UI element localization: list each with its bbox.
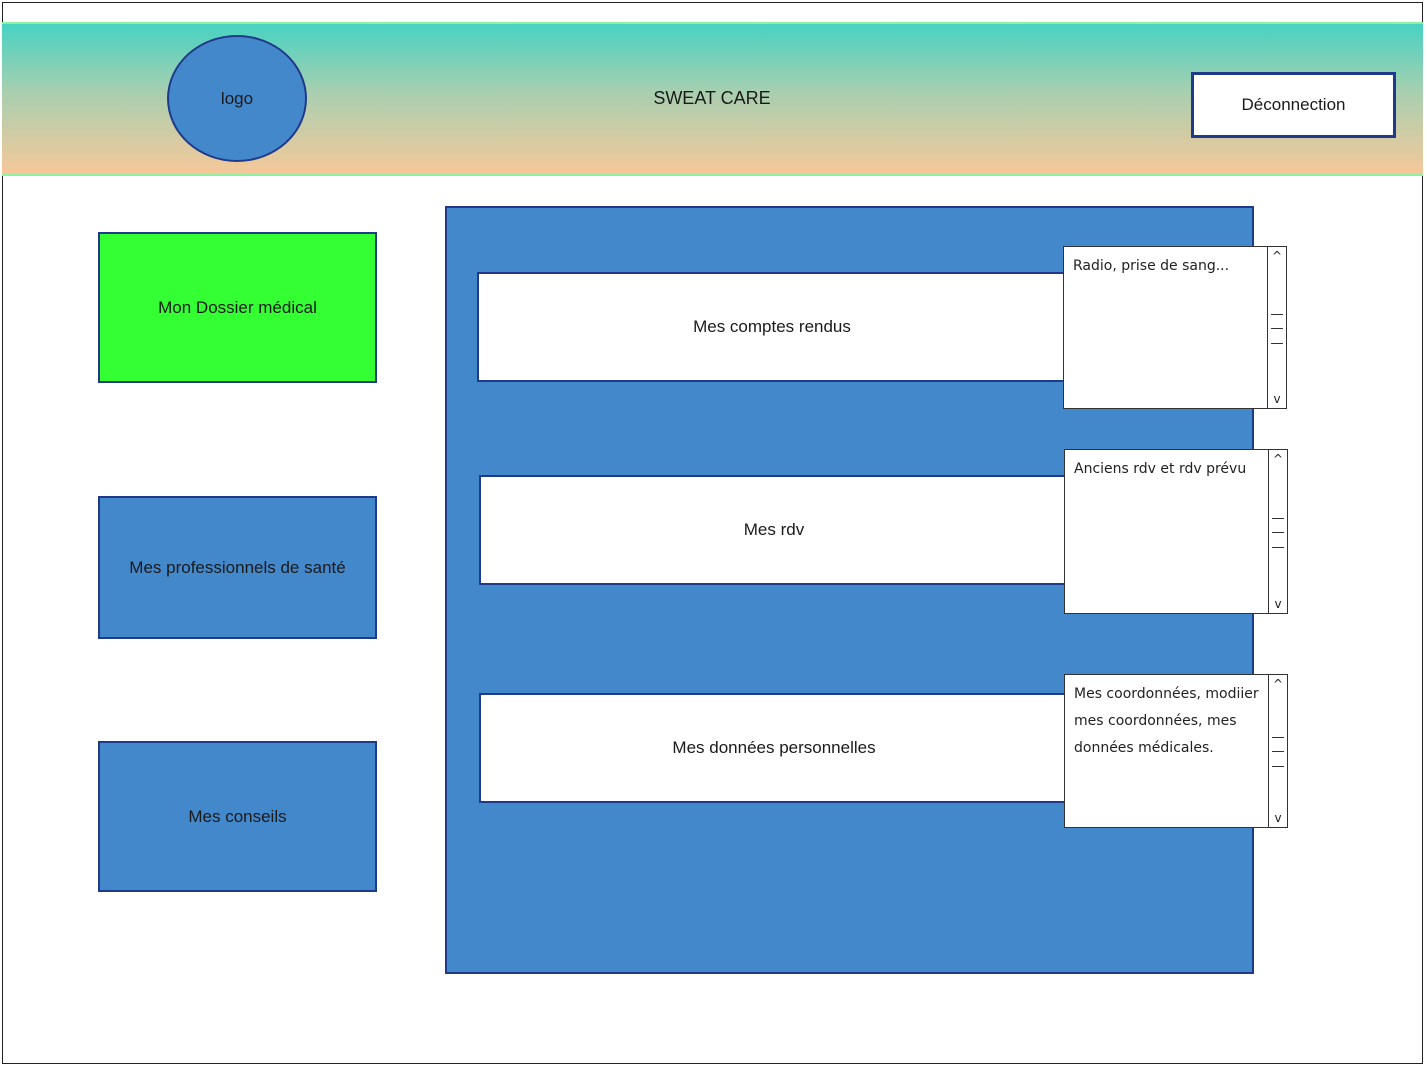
app-title: SWEAT CARE bbox=[653, 88, 771, 108]
scroll-thumb[interactable] bbox=[1272, 517, 1284, 548]
scrollbar[interactable]: ^ v bbox=[1268, 450, 1287, 613]
scroll-down-icon[interactable]: v bbox=[1269, 809, 1287, 827]
scroll-down-icon[interactable]: v bbox=[1268, 390, 1286, 408]
scroll-up-icon[interactable]: ^ bbox=[1268, 247, 1286, 265]
personal-data-note-box[interactable]: Mes coordonnées, modiier mes coordonnées… bbox=[1064, 674, 1288, 828]
scrollbar[interactable]: ^ v bbox=[1268, 675, 1287, 827]
logo-label: logo bbox=[220, 88, 254, 108]
scroll-thumb[interactable] bbox=[1272, 737, 1284, 767]
scroll-up-icon[interactable]: ^ bbox=[1269, 675, 1287, 693]
nav-health-professionals-label: Mes professionnels de santé bbox=[129, 557, 346, 577]
reports-button[interactable]: Mes comptes rendus bbox=[477, 272, 1067, 382]
personal-data-label: Mes données personnelles bbox=[672, 738, 876, 757]
reports-note-box[interactable]: Radio, prise de sang... ^ v bbox=[1063, 246, 1287, 409]
reports-label: Mes comptes rendus bbox=[693, 317, 851, 336]
nav-advice-button[interactable]: Mes conseils bbox=[98, 741, 377, 892]
logout-button[interactable]: Déconnection bbox=[1191, 72, 1396, 138]
reports-note-text: Radio, prise de sang... bbox=[1073, 258, 1230, 274]
scroll-down-icon[interactable]: v bbox=[1269, 595, 1287, 613]
logo[interactable]: logo bbox=[167, 35, 307, 162]
personal-data-button[interactable]: Mes données personnelles bbox=[479, 693, 1069, 803]
scrollbar[interactable]: ^ v bbox=[1267, 247, 1286, 408]
nav-advice-label: Mes conseils bbox=[188, 806, 287, 826]
appointments-button[interactable]: Mes rdv bbox=[479, 475, 1069, 585]
nav-health-professionals-button[interactable]: Mes professionnels de santé bbox=[98, 496, 377, 639]
scroll-up-icon[interactable]: ^ bbox=[1269, 450, 1287, 468]
nav-medical-record-label: Mon Dossier médical bbox=[158, 297, 317, 317]
appointments-note-box[interactable]: Anciens rdv et rdv prévu ^ v bbox=[1064, 449, 1288, 614]
appointments-label: Mes rdv bbox=[743, 520, 805, 539]
appointments-note-text: Anciens rdv et rdv prévu bbox=[1074, 461, 1247, 477]
scroll-thumb[interactable] bbox=[1271, 313, 1283, 344]
logout-label: Déconnection bbox=[1241, 95, 1346, 114]
nav-medical-record-button[interactable]: Mon Dossier médical bbox=[98, 232, 377, 383]
personal-data-note-text: Mes coordonnées, modiier mes coordonnées… bbox=[1074, 686, 1259, 756]
